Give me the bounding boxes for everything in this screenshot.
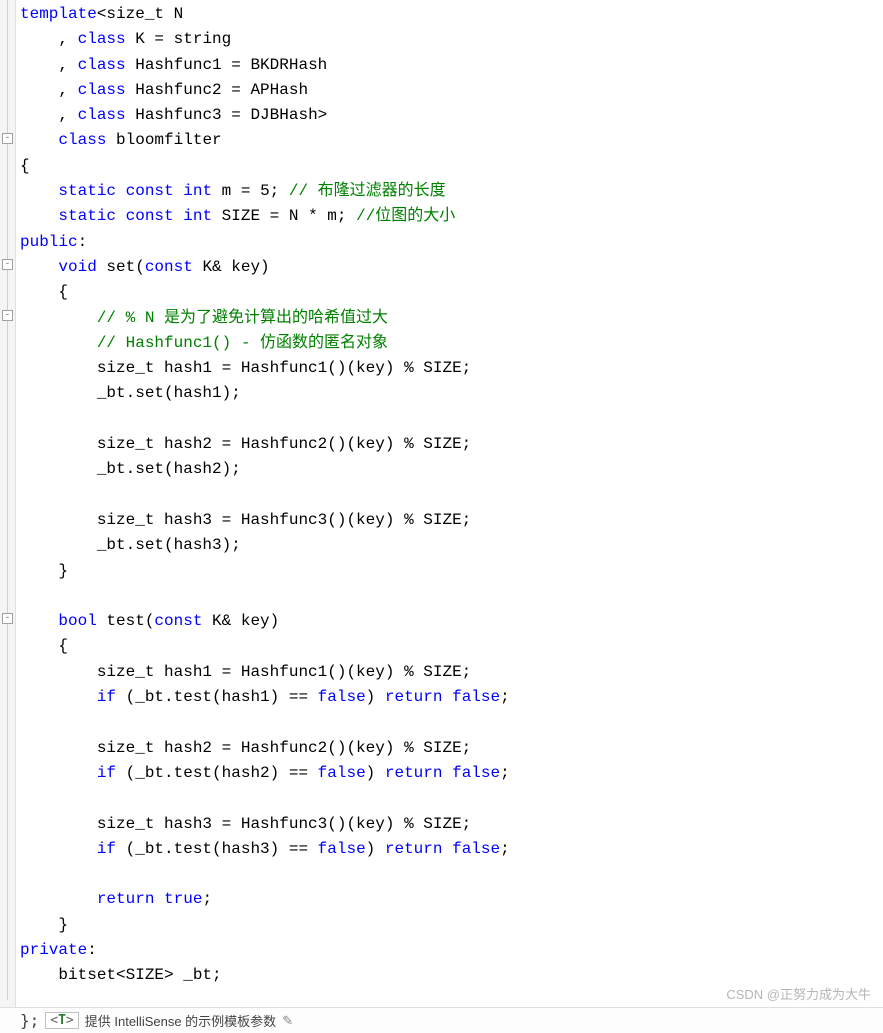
code-line[interactable]: }	[20, 559, 879, 584]
code-editor-area[interactable]: template<size_t N , class K = string , c…	[16, 0, 883, 1033]
code-line[interactable]: size_t hash2 = Hashfunc2()(key) % SIZE;	[20, 736, 879, 761]
code-line[interactable]: template<size_t N	[20, 2, 879, 27]
code-line[interactable]: {	[20, 634, 879, 659]
code-line[interactable]: return true;	[20, 887, 879, 912]
code-line[interactable]: {	[20, 154, 879, 179]
code-line[interactable]: size_t hash3 = Hashfunc3()(key) % SIZE;	[20, 508, 879, 533]
code-line[interactable]: public:	[20, 230, 879, 255]
code-line[interactable]: , class K = string	[20, 27, 879, 52]
code-line[interactable]: bitset<SIZE> _bt;	[20, 963, 879, 988]
code-line[interactable]: // Hashfunc1() - 仿函数的匿名对象	[20, 331, 879, 356]
code-fold-gutter: - - - -	[0, 0, 16, 1033]
code-line[interactable]	[20, 862, 879, 887]
code-line[interactable]: _bt.set(hash1);	[20, 381, 879, 406]
code-line[interactable]: _bt.set(hash3);	[20, 533, 879, 558]
intellisense-hint-text: 提供 IntelliSense 的示例模板参数	[85, 1011, 276, 1030]
code-line[interactable]: size_t hash2 = Hashfunc2()(key) % SIZE;	[20, 432, 879, 457]
code-line[interactable]: , class Hashfunc3 = DJBHash>	[20, 103, 879, 128]
fold-toggle-icon[interactable]: -	[2, 133, 13, 144]
code-trailing-text: };	[0, 1011, 45, 1030]
fold-toggle-icon[interactable]: -	[2, 613, 13, 624]
fold-toggle-icon[interactable]: -	[2, 259, 13, 270]
code-line[interactable]	[20, 584, 879, 609]
code-line[interactable]	[20, 407, 879, 432]
code-line[interactable]: private:	[20, 938, 879, 963]
code-line[interactable]: void set(const K& key)	[20, 255, 879, 280]
code-line[interactable]: if (_bt.test(hash1) == false) return fal…	[20, 685, 879, 710]
code-line[interactable]: size_t hash1 = Hashfunc1()(key) % SIZE;	[20, 356, 879, 381]
code-line[interactable]: size_t hash1 = Hashfunc1()(key) % SIZE;	[20, 660, 879, 685]
code-line[interactable]	[20, 483, 879, 508]
intellisense-hint-bar: }; <T> 提供 IntelliSense 的示例模板参数 ✎	[0, 1007, 883, 1033]
pencil-icon[interactable]: ✎	[282, 1013, 293, 1029]
code-line[interactable]: if (_bt.test(hash2) == false) return fal…	[20, 761, 879, 786]
fold-toggle-icon[interactable]: -	[2, 310, 13, 321]
code-line[interactable]: bool test(const K& key)	[20, 609, 879, 634]
code-line[interactable]: {	[20, 280, 879, 305]
code-line[interactable]: static const int SIZE = N * m; //位图的大小	[20, 204, 879, 229]
code-line[interactable]: _bt.set(hash2);	[20, 457, 879, 482]
code-line[interactable]	[20, 786, 879, 811]
code-line[interactable]: size_t hash3 = Hashfunc3()(key) % SIZE;	[20, 812, 879, 837]
code-line[interactable]: class bloomfilter	[20, 128, 879, 153]
code-line[interactable]: // % N 是为了避免计算出的哈希值过大	[20, 306, 879, 331]
code-line[interactable]: }	[20, 913, 879, 938]
code-line[interactable]: static const int m = 5; // 布隆过滤器的长度	[20, 179, 879, 204]
template-param-badge[interactable]: <T>	[45, 1012, 78, 1029]
fold-guide-line	[7, 0, 8, 1000]
code-line[interactable]: if (_bt.test(hash3) == false) return fal…	[20, 837, 879, 862]
code-line[interactable]: , class Hashfunc1 = BKDRHash	[20, 53, 879, 78]
code-line[interactable]	[20, 710, 879, 735]
code-line[interactable]: , class Hashfunc2 = APHash	[20, 78, 879, 103]
